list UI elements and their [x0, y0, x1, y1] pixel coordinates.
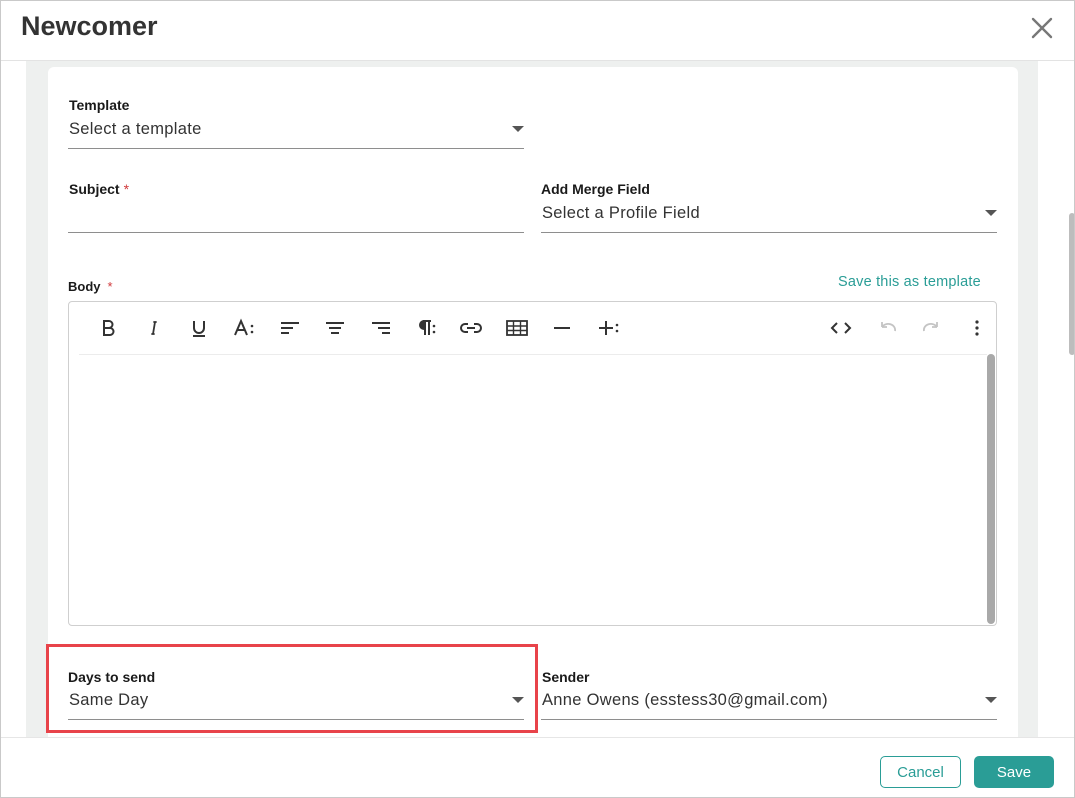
rich-text-editor [68, 301, 997, 626]
days-to-send-value: Same Day [69, 691, 149, 709]
close-icon[interactable] [1029, 15, 1055, 41]
required-mark: * [107, 279, 113, 294]
undo-icon[interactable] [874, 315, 900, 341]
required-mark: * [123, 181, 130, 197]
merge-field-select[interactable]: Select a Profile Field [541, 203, 997, 233]
dialog-scrollbar-thumb[interactable] [1069, 213, 1074, 355]
subject-label-text: Subject [69, 181, 120, 197]
caret-down-icon [512, 697, 524, 703]
days-to-send-select[interactable]: Same Day [68, 690, 524, 720]
body-label-text: Body [68, 279, 101, 294]
code-view-icon[interactable] [828, 315, 854, 341]
caret-down-icon [512, 126, 524, 132]
dialog-header: Newcomer [1, 1, 1074, 61]
template-select[interactable]: Select a template [68, 119, 524, 149]
underline-icon[interactable] [186, 315, 212, 341]
editor-content-area[interactable] [79, 356, 987, 624]
align-right-icon[interactable] [368, 315, 394, 341]
link-icon[interactable] [458, 315, 484, 341]
font-size-icon[interactable] [231, 315, 257, 341]
body-label: Body * [68, 279, 113, 294]
paragraph-format-icon[interactable] [413, 315, 439, 341]
dialog-title: Newcomer [21, 11, 158, 41]
table-icon[interactable] [504, 315, 530, 341]
template-select-value: Select a template [69, 120, 202, 138]
align-left-icon[interactable] [277, 315, 303, 341]
dialog-footer: Cancel Save [1, 737, 1074, 797]
editor-scrollbar[interactable] [987, 354, 995, 624]
merge-field-label: Add Merge Field [541, 181, 650, 197]
save-button[interactable]: Save [974, 756, 1054, 788]
redo-icon[interactable] [919, 315, 945, 341]
horizontal-rule-icon[interactable] [549, 315, 575, 341]
bold-icon[interactable] [95, 315, 121, 341]
newcomer-dialog: Newcomer Template Select a template Subj… [0, 0, 1075, 798]
align-center-icon[interactable] [322, 315, 348, 341]
sender-value: Anne Owens (esstess30@gmail.com) [542, 691, 828, 709]
caret-down-icon [985, 210, 997, 216]
days-to-send-label: Days to send [68, 669, 156, 685]
sender-label: Sender [542, 669, 590, 685]
save-as-template-link[interactable]: Save this as template [838, 274, 981, 290]
caret-down-icon [985, 697, 997, 703]
merge-field-select-value: Select a Profile Field [542, 204, 700, 222]
editor-toolbar [79, 302, 987, 355]
sender-select[interactable]: Anne Owens (esstess30@gmail.com) [541, 690, 997, 720]
cancel-button[interactable]: Cancel [880, 756, 961, 788]
italic-icon[interactable] [140, 315, 166, 341]
more-options-icon[interactable] [964, 315, 990, 341]
subject-input[interactable] [68, 203, 524, 233]
template-label: Template [69, 97, 130, 113]
dialog-scrollbar-track[interactable] [1067, 61, 1074, 737]
subject-label: Subject * [69, 181, 129, 197]
insert-more-icon[interactable] [595, 315, 621, 341]
